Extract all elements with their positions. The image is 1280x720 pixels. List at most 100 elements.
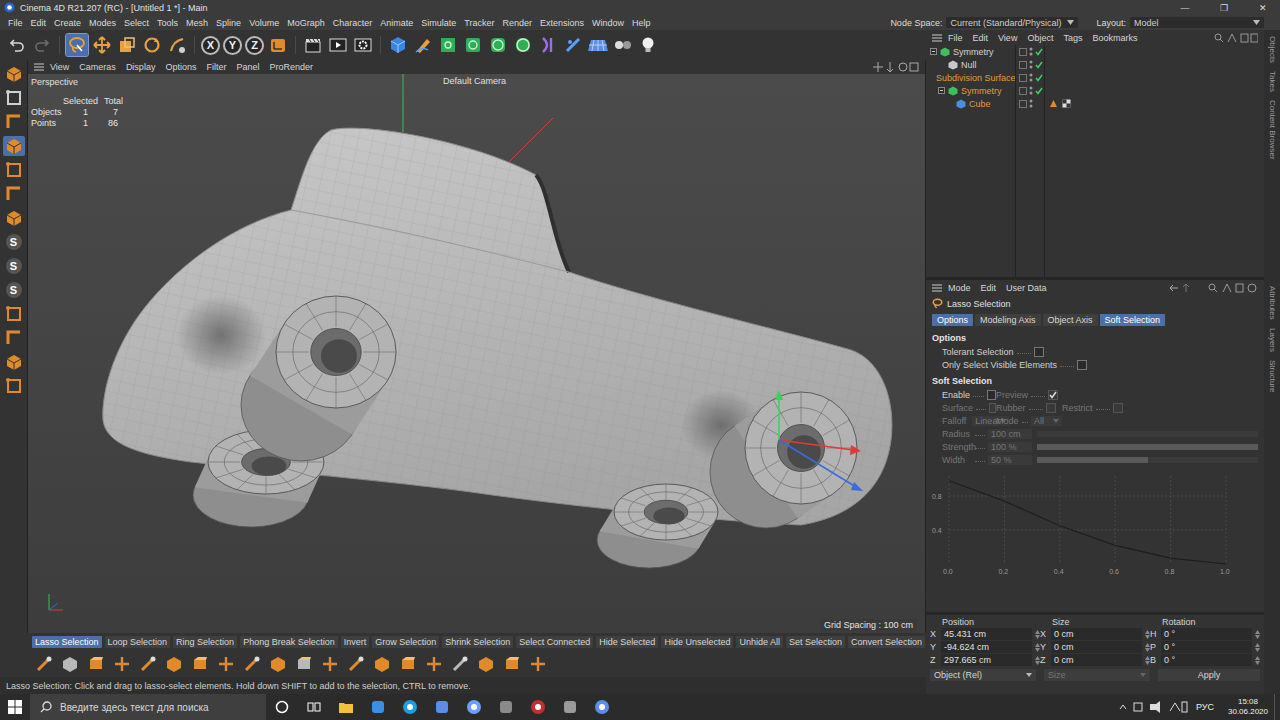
enabled-check-icon[interactable] xyxy=(1035,74,1043,82)
car-model[interactable] xyxy=(28,74,925,633)
checkbox[interactable] xyxy=(1034,347,1044,357)
selection-button[interactable]: Convert Selection xyxy=(848,636,925,648)
selection-button[interactable]: Lasso Selection xyxy=(32,636,102,648)
number-field[interactable]: 100 cm xyxy=(988,429,1032,439)
mode-tool-button[interactable] xyxy=(3,304,25,324)
collapse-icon[interactable] xyxy=(938,87,945,94)
cortana-button[interactable] xyxy=(266,694,298,720)
coordinate-field[interactable]: 297.665 cm xyxy=(941,654,1032,666)
taskbar-search[interactable]: Введите здесь текст для поиска xyxy=(30,694,266,720)
object-row[interactable]: Symmetry xyxy=(926,84,1264,97)
taskbar-app[interactable] xyxy=(330,694,362,720)
object-name[interactable]: Null xyxy=(961,60,977,70)
layer-icon[interactable] xyxy=(1019,100,1027,108)
side-tab[interactable]: Content Browser xyxy=(1268,100,1277,160)
move-tool-button[interactable] xyxy=(91,34,113,56)
mode-tool-button[interactable] xyxy=(3,184,25,204)
spinner-icon[interactable] xyxy=(1035,643,1040,652)
object-name[interactable]: Symmetry xyxy=(961,86,1002,96)
spinner-icon[interactable] xyxy=(1035,630,1040,639)
task-view-button[interactable] xyxy=(298,694,330,720)
visibility-dots-icon[interactable] xyxy=(1029,73,1033,82)
window-control[interactable]: ✕ xyxy=(1246,3,1280,13)
menu-item[interactable]: Modes xyxy=(85,18,120,28)
modeling-tool-button[interactable] xyxy=(242,654,262,674)
coordinate-field[interactable]: 0 ° xyxy=(1161,654,1252,666)
coordinate-field[interactable]: -94.624 cm xyxy=(941,641,1032,653)
object-menu-item[interactable]: Object xyxy=(1023,33,1057,43)
layer-icon[interactable] xyxy=(1019,87,1027,95)
spinner-icon[interactable] xyxy=(1255,630,1260,639)
menu-item[interactable]: Spline xyxy=(212,18,245,28)
mode-tool-button[interactable] xyxy=(3,64,25,84)
menu-item[interactable]: Volume xyxy=(245,18,283,28)
selection-button[interactable]: Set Selection xyxy=(786,636,845,648)
menu-item[interactable]: Select xyxy=(120,18,153,28)
menu-item[interactable]: Help xyxy=(628,18,655,28)
coordinate-system-button[interactable] xyxy=(267,34,289,56)
scene-button[interactable] xyxy=(612,34,634,56)
slider-track[interactable] xyxy=(1037,457,1258,463)
menu-item[interactable]: Window xyxy=(588,18,628,28)
attribute-menu-item[interactable]: Edit xyxy=(977,283,1001,293)
recent-tool-button[interactable] xyxy=(166,34,188,56)
window-control[interactable]: ❐ xyxy=(1207,3,1241,13)
modeling-tool-button[interactable] xyxy=(86,654,106,674)
menu-item[interactable]: Animate xyxy=(376,18,417,28)
number-field[interactable]: 50 % xyxy=(988,455,1032,465)
spinner-icon[interactable] xyxy=(1035,656,1040,665)
selection-button[interactable]: Shrink Selection xyxy=(442,636,513,648)
clock[interactable]: 15:08 30.06.2020 xyxy=(1222,697,1274,717)
selection-button[interactable]: Invert xyxy=(341,636,370,648)
mode-tool-button[interactable] xyxy=(3,88,25,108)
camera-label[interactable]: Default Camera xyxy=(443,76,506,86)
coordinate-mode-dropdown[interactable]: Object (Rel) xyxy=(930,669,1036,681)
menu-item[interactable]: Tools xyxy=(153,18,182,28)
slider-track[interactable] xyxy=(1037,431,1258,437)
modeling-tool-button[interactable] xyxy=(502,654,522,674)
modeling-tool-button[interactable] xyxy=(34,654,54,674)
taskbar-app[interactable] xyxy=(458,694,490,720)
attribute-tab[interactable]: Modeling Axis xyxy=(975,314,1041,326)
axis-lock-button[interactable]: Z xyxy=(245,36,264,55)
render-view-button[interactable] xyxy=(302,34,324,56)
modeling-tool-button[interactable] xyxy=(346,654,366,674)
search-icon[interactable] xyxy=(1214,33,1258,43)
spinner-icon[interactable] xyxy=(1255,656,1260,665)
viewport-menu-item[interactable]: ProRender xyxy=(265,62,317,72)
layer-icon[interactable] xyxy=(1019,61,1027,69)
transform-gizmo[interactable] xyxy=(775,390,863,491)
axis-lock-button[interactable]: Y xyxy=(223,36,242,55)
object-menu-item[interactable]: Bookmarks xyxy=(1088,33,1141,43)
mode-tool-button[interactable] xyxy=(3,376,25,396)
tray-icons[interactable] xyxy=(1118,700,1188,714)
modeling-tool-button[interactable] xyxy=(268,654,288,674)
taskbar-app[interactable] xyxy=(426,694,458,720)
viewport-menu-item[interactable]: View xyxy=(46,62,73,72)
selection-button[interactable]: Hide Unselected xyxy=(661,636,733,648)
object-menu-item[interactable]: Edit xyxy=(969,33,993,43)
selection-button[interactable]: Select Connected xyxy=(516,636,593,648)
viewport-menu-item[interactable]: Panel xyxy=(232,62,263,72)
object-menu-item[interactable]: File xyxy=(944,33,967,43)
side-tab[interactable]: Layers xyxy=(1268,328,1277,352)
falloff-curve[interactable] xyxy=(949,481,1226,564)
lasso-tool-button[interactable] xyxy=(66,34,88,56)
tag-icon[interactable] xyxy=(1062,99,1071,108)
taskbar-app[interactable] xyxy=(490,694,522,720)
deformer-button[interactable] xyxy=(537,34,559,56)
light-button[interactable] xyxy=(637,34,659,56)
side-tab[interactable]: Takes xyxy=(1268,71,1277,92)
taskbar-app[interactable] xyxy=(586,694,618,720)
menu-item[interactable]: Render xyxy=(498,18,536,28)
modeling-tool-button[interactable] xyxy=(294,654,314,674)
coordinate-field[interactable]: 0 cm xyxy=(1051,628,1142,640)
menu-item[interactable]: Edit xyxy=(27,18,51,28)
selection-button[interactable]: Grow Selection xyxy=(372,636,439,648)
menu-item[interactable]: Create xyxy=(50,18,85,28)
side-tab[interactable]: Attributes xyxy=(1268,286,1277,320)
window-control[interactable]: — xyxy=(1168,3,1202,13)
mode-tool-button[interactable] xyxy=(3,160,25,180)
start-button[interactable] xyxy=(0,694,30,720)
attribute-tab[interactable]: Options xyxy=(932,314,973,326)
